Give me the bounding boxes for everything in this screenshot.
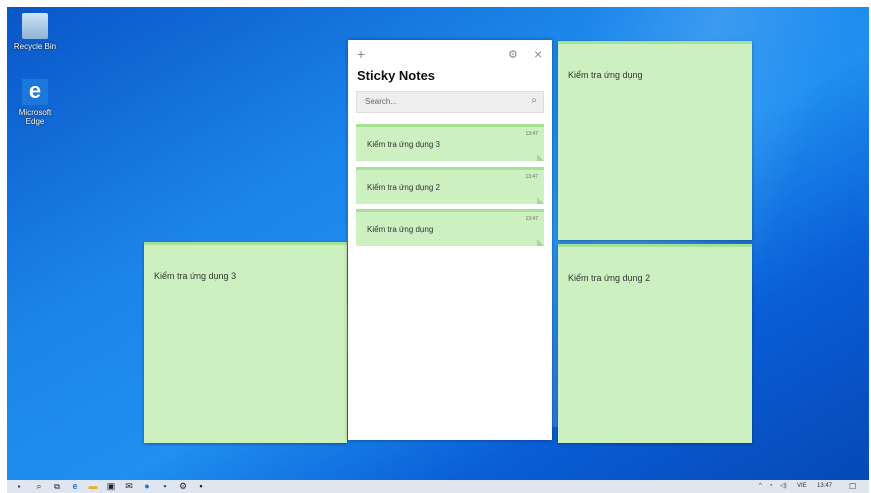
chrome-icon[interactable]: ●: [141, 480, 153, 493]
taskbar: ▪ ⌕ ⧉ e ▬ ▣ ✉ ● ▪ ⚙ ▪ ^ ◔ ◁) VIE 13:47 ☐: [7, 480, 869, 493]
sticky-note-right-bottom[interactable]: Kiểm tra ứng dụng 2: [558, 244, 752, 443]
clock[interactable]: 13:47: [817, 480, 832, 493]
fold-corner: [537, 154, 544, 161]
list-item-time: 13:47: [525, 174, 538, 180]
fold-corner: [537, 197, 544, 204]
edge-label: Microsoft Edge: [18, 108, 52, 126]
outlook-icon[interactable]: ▪: [159, 480, 171, 493]
sticky-note-right-top[interactable]: Kiểm tra ứng dụng: [558, 41, 752, 240]
sticky-notes-list-window: + ⚙ × Sticky Notes Search... ⌕ Kiểm tra …: [348, 40, 552, 440]
fold-corner: [537, 239, 544, 246]
task-view-icon[interactable]: ⧉: [51, 480, 63, 493]
search-icon[interactable]: ⌕: [531, 95, 537, 106]
settings-icon[interactable]: ⚙: [508, 48, 518, 61]
note-list-item[interactable]: Kiểm tra ứng dụng 13:47: [356, 209, 544, 246]
file-explorer-icon[interactable]: ▬: [87, 480, 99, 493]
note-text: Kiểm tra ứng dụng 2: [568, 273, 651, 283]
search-placeholder: Search...: [365, 97, 398, 106]
list-item-text: Kiểm tra ứng dụng 3: [367, 140, 440, 149]
volume-icon[interactable]: ◁): [780, 480, 787, 493]
recycle-bin-label: Recycle Bin: [13, 42, 57, 51]
note-text: Kiểm tra ứng dụng 3: [154, 271, 237, 281]
edge-taskbar-icon[interactable]: e: [69, 480, 81, 493]
app-title: Sticky Notes: [357, 68, 436, 83]
search-icon[interactable]: ⌕: [33, 480, 45, 493]
mail-icon[interactable]: ✉: [123, 480, 135, 493]
recycle-bin-icon: [22, 13, 48, 39]
start-windows-icon[interactable]: ▪: [13, 480, 25, 493]
sticky-notes-taskbar-icon[interactable]: ▪: [195, 480, 207, 493]
settings-taskbar-icon[interactable]: ⚙: [177, 480, 189, 493]
show-hidden-icons-icon[interactable]: ^: [759, 480, 762, 493]
note-text: Kiểm tra ứng dụng: [568, 70, 643, 80]
note-list-item[interactable]: Kiểm tra ứng dụng 2 13:47: [356, 167, 544, 204]
desktop: Recycle Bin e Microsoft Edge Kiểm tra ứn…: [7, 7, 869, 493]
desktop-icon-edge[interactable]: e Microsoft Edge: [13, 79, 57, 127]
network-icon[interactable]: ◔: [769, 480, 773, 493]
desktop-icon-recycle-bin[interactable]: Recycle Bin: [13, 13, 57, 51]
list-item-time: 13:47: [525, 216, 538, 222]
language-indicator[interactable]: VIE: [797, 480, 807, 493]
sticky-note-left[interactable]: Kiểm tra ứng dụng 3: [144, 242, 347, 443]
edge-icon: e: [22, 79, 48, 105]
new-note-icon[interactable]: +: [357, 46, 365, 62]
search-input[interactable]: Search... ⌕: [356, 91, 544, 113]
list-item-text: Kiểm tra ứng dụng 2: [367, 183, 440, 192]
list-item-time: 13:47: [525, 131, 538, 137]
note-list-item[interactable]: Kiểm tra ứng dụng 3 13:47: [356, 124, 544, 161]
list-item-text: Kiểm tra ứng dụng: [367, 225, 434, 234]
notifications-icon[interactable]: ☐: [849, 480, 856, 493]
close-icon[interactable]: ×: [534, 46, 542, 62]
store-icon[interactable]: ▣: [105, 480, 117, 493]
